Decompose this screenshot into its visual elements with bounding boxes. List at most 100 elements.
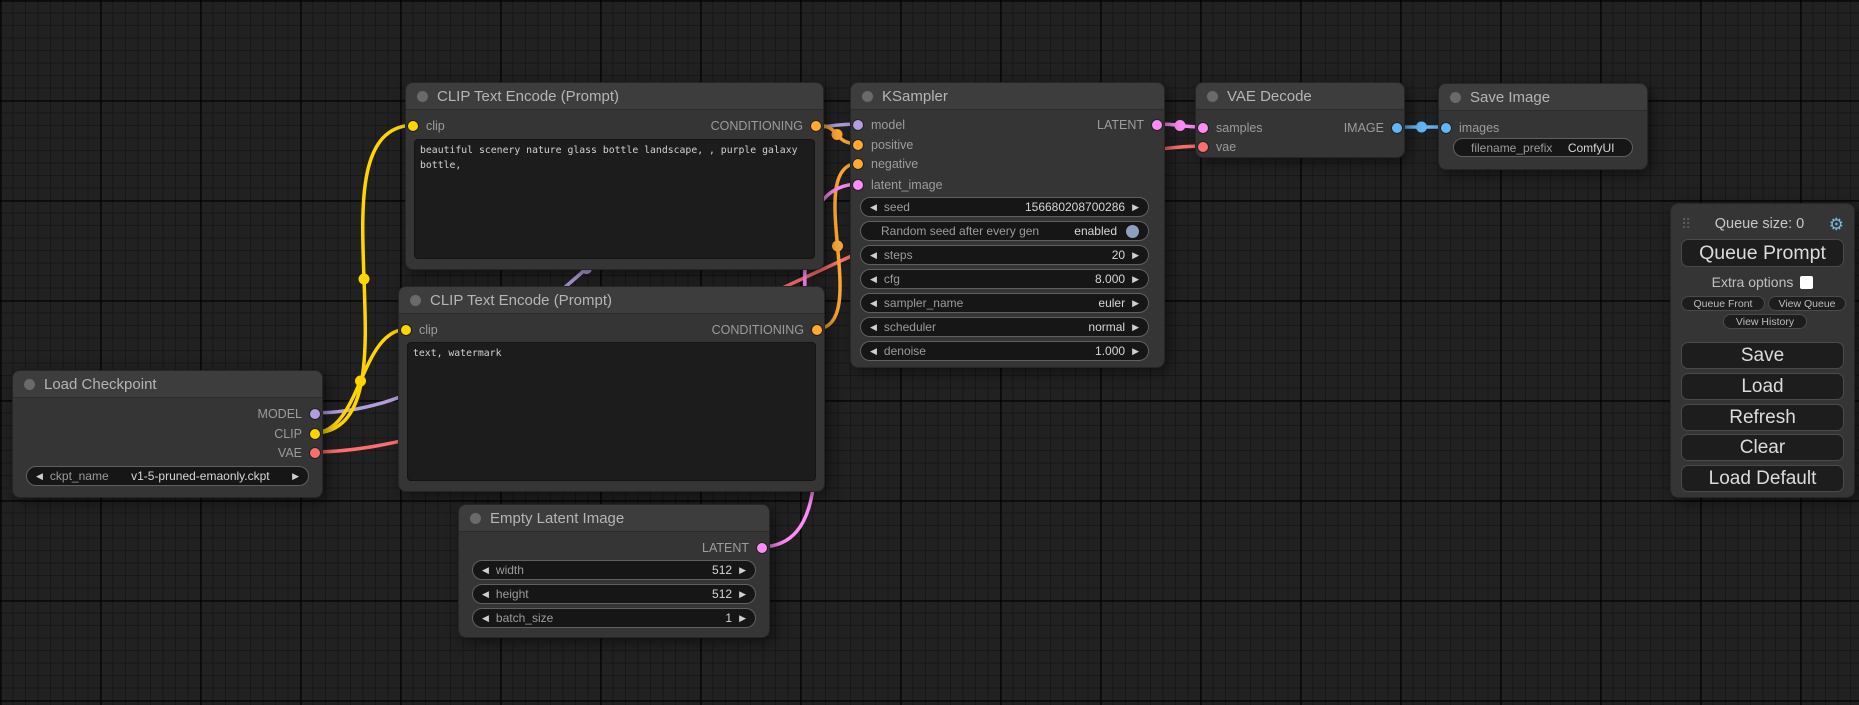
- node-title-bar[interactable]: CLIP Text Encode (Prompt): [399, 287, 824, 314]
- batch-size-widget[interactable]: ◀ batch_size 1 ▶: [472, 608, 756, 628]
- view-queue-button[interactable]: View Queue: [1768, 296, 1846, 311]
- node-vae-decode[interactable]: VAE Decode samples IMAGE vae: [1195, 82, 1405, 158]
- prompt-textarea[interactable]: text, watermark: [407, 342, 816, 481]
- stepper-left-icon[interactable]: ◀: [870, 202, 877, 213]
- conditioning-port[interactable]: [853, 159, 863, 169]
- drag-handle-icon[interactable]: ⠿: [1681, 216, 1690, 233]
- vae-port[interactable]: [1198, 142, 1208, 152]
- node-title: Empty Latent Image: [490, 510, 624, 527]
- stepper-left-icon[interactable]: ◀: [482, 565, 489, 576]
- denoise-widget[interactable]: ◀ denoise 1.000 ▶: [860, 341, 1149, 361]
- stepper-left-icon[interactable]: ◀: [870, 346, 877, 357]
- stepper-right-icon[interactable]: ▶: [739, 565, 746, 576]
- load-button[interactable]: Load: [1681, 373, 1844, 400]
- node-title-bar[interactable]: CLIP Text Encode (Prompt): [406, 83, 823, 110]
- node-status-dot: [417, 91, 428, 102]
- input-latent-image: latent_image: [853, 175, 943, 195]
- stepper-right-icon[interactable]: ▶: [739, 613, 746, 624]
- stepper-left-icon[interactable]: ◀: [482, 589, 489, 600]
- clip-port[interactable]: [408, 121, 418, 131]
- output-conditioning: CONDITIONING: [711, 116, 821, 136]
- stepper-right-icon[interactable]: ▶: [1132, 346, 1139, 357]
- image-port[interactable]: [1441, 123, 1451, 133]
- node-load-checkpoint[interactable]: Load Checkpoint MODEL CLIP VAE ◀ ckpt_na…: [12, 370, 323, 498]
- node-status-dot: [1207, 91, 1218, 102]
- node-title: Save Image: [1470, 89, 1550, 106]
- link-midpoint-dot: [359, 274, 370, 285]
- node-status-dot: [24, 379, 35, 390]
- view-history-button[interactable]: View History: [1723, 314, 1807, 329]
- link-midpoint-dot: [1416, 122, 1427, 133]
- node-title-bar[interactable]: Save Image: [1439, 84, 1647, 111]
- width-widget[interactable]: ◀ width 512 ▶: [472, 560, 756, 580]
- conditioning-port[interactable]: [853, 140, 863, 150]
- input-samples: samples: [1198, 118, 1263, 138]
- stepper-right-icon[interactable]: ▶: [739, 589, 746, 600]
- latent-port[interactable]: [853, 180, 863, 190]
- node-title-bar[interactable]: KSampler: [851, 83, 1164, 110]
- stepper-left-icon[interactable]: ◀: [870, 322, 877, 333]
- image-port[interactable]: [1392, 123, 1402, 133]
- clear-button[interactable]: Clear: [1681, 434, 1844, 461]
- load-default-button[interactable]: Load Default: [1681, 465, 1844, 492]
- stepper-left-icon[interactable]: ◀: [870, 298, 877, 309]
- link-midpoint-dot: [832, 129, 843, 140]
- input-positive: positive: [853, 135, 913, 155]
- node-title-bar[interactable]: Empty Latent Image: [459, 505, 769, 532]
- stepper-left-icon[interactable]: ◀: [482, 613, 489, 624]
- output-vae: VAE: [278, 443, 320, 463]
- clip-port[interactable]: [401, 325, 411, 335]
- ckpt-name-widget[interactable]: ◀ ckpt_name v1-5-pruned-emaonly.ckpt ▶: [26, 466, 309, 486]
- clip-port[interactable]: [310, 429, 320, 439]
- conditioning-port[interactable]: [812, 325, 822, 335]
- steps-widget[interactable]: ◀ steps 20 ▶: [860, 245, 1149, 265]
- stepper-right-icon[interactable]: ▶: [1132, 274, 1139, 285]
- filename-prefix-widget[interactable]: filename_prefix ComfyUI: [1453, 138, 1633, 157]
- stepper-left-icon[interactable]: ◀: [36, 471, 43, 482]
- random-seed-widget[interactable]: Random seed after every gen enabled: [860, 221, 1149, 241]
- extra-options-checkbox[interactable]: [1800, 276, 1813, 289]
- output-model: MODEL: [258, 404, 320, 424]
- node-title: CLIP Text Encode (Prompt): [430, 292, 612, 309]
- gear-icon[interactable]: ⚙: [1829, 216, 1844, 233]
- node-status-dot: [410, 295, 421, 306]
- scheduler-widget[interactable]: ◀ scheduler normal ▶: [860, 317, 1149, 337]
- node-ksampler[interactable]: KSampler model LATENT positive negative …: [850, 82, 1165, 368]
- conditioning-port[interactable]: [811, 121, 821, 131]
- cfg-widget[interactable]: ◀ cfg 8.000 ▶: [860, 269, 1149, 289]
- link-midpoint-dot: [832, 241, 843, 252]
- toggle-icon[interactable]: [1126, 225, 1139, 238]
- latent-port[interactable]: [757, 543, 767, 553]
- stepper-right-icon[interactable]: ▶: [1132, 322, 1139, 333]
- refresh-button[interactable]: Refresh: [1681, 404, 1844, 431]
- save-button[interactable]: Save: [1681, 342, 1844, 369]
- latent-port[interactable]: [1198, 123, 1208, 133]
- node-clip-text-encode-negative[interactable]: CLIP Text Encode (Prompt) clip CONDITION…: [398, 286, 825, 492]
- node-clip-text-encode-positive[interactable]: CLIP Text Encode (Prompt) clip CONDITION…: [405, 82, 824, 270]
- latent-port[interactable]: [1152, 120, 1162, 130]
- prompt-textarea[interactable]: beautiful scenery nature glass bottle la…: [414, 139, 815, 259]
- stepper-right-icon[interactable]: ▶: [1132, 202, 1139, 213]
- node-empty-latent-image[interactable]: Empty Latent Image LATENT ◀ width 512 ▶ …: [458, 504, 770, 638]
- height-widget[interactable]: ◀ height 512 ▶: [472, 584, 756, 604]
- output-latent: LATENT: [1097, 115, 1162, 135]
- link-midpoint-dot: [355, 376, 366, 387]
- node-title-bar[interactable]: Load Checkpoint: [13, 371, 322, 398]
- seed-widget[interactable]: ◀ seed 156680208700286 ▶: [860, 197, 1149, 217]
- stepper-left-icon[interactable]: ◀: [870, 250, 877, 261]
- model-port[interactable]: [310, 409, 320, 419]
- queue-front-button[interactable]: Queue Front: [1681, 296, 1765, 311]
- model-port[interactable]: [853, 120, 863, 130]
- node-title-bar[interactable]: VAE Decode: [1196, 83, 1404, 110]
- vae-port[interactable]: [310, 448, 320, 458]
- queue-prompt-button[interactable]: Queue Prompt: [1681, 239, 1844, 267]
- stepper-right-icon[interactable]: ▶: [1132, 298, 1139, 309]
- node-save-image[interactable]: Save Image images filename_prefix ComfyU…: [1438, 83, 1648, 170]
- stepper-left-icon[interactable]: ◀: [870, 274, 877, 285]
- output-latent: LATENT: [702, 538, 767, 558]
- extra-options-row: Extra options: [1671, 274, 1854, 290]
- comfyui-canvas[interactable]: { "app": "ComfyUI node graph", "port_col…: [0, 0, 1859, 705]
- stepper-right-icon[interactable]: ▶: [292, 471, 299, 482]
- stepper-right-icon[interactable]: ▶: [1132, 250, 1139, 261]
- sampler-name-widget[interactable]: ◀ sampler_name euler ▶: [860, 293, 1149, 313]
